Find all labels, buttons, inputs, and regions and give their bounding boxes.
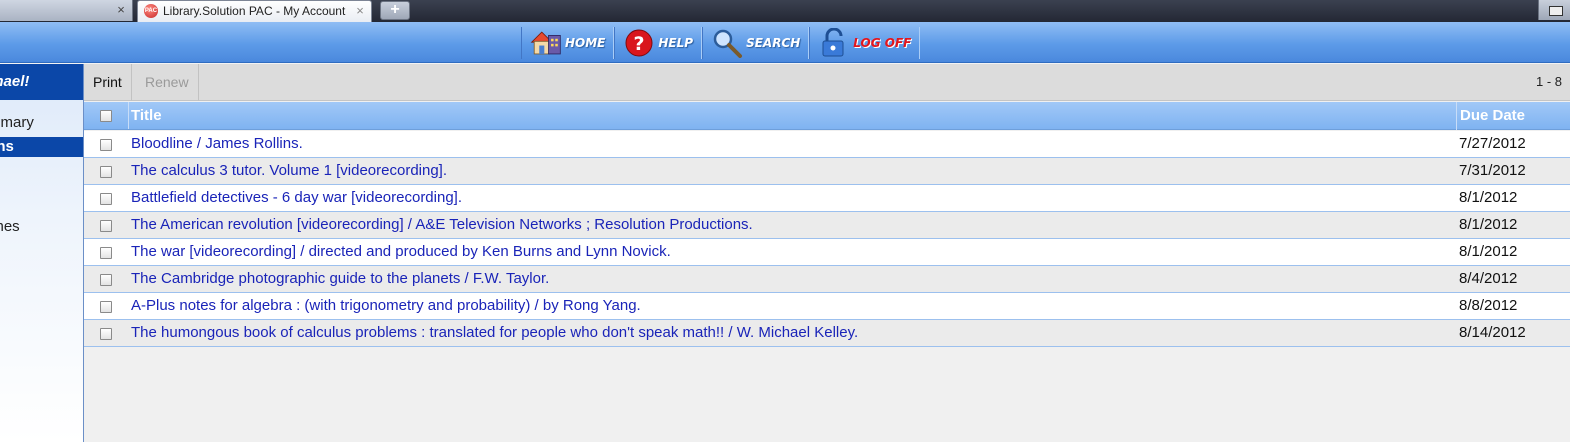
loan-title-link[interactable]: The American revolution [videorecording]… (131, 212, 753, 238)
table-row: A-Plus notes for algebra : (with trigono… (84, 293, 1570, 320)
svg-text:?: ? (634, 33, 645, 55)
padlock-icon (818, 28, 850, 58)
sidebar-item-searches[interactable]: ches (0, 217, 83, 237)
row-checkbox[interactable] (100, 301, 112, 313)
table-row: The humongous book of calculus problems … (84, 320, 1570, 347)
row-checkbox[interactable] (100, 274, 112, 286)
loan-title-link[interactable]: The Cambridge photographic guide to the … (131, 266, 549, 292)
close-tab-icon[interactable]: × (353, 3, 367, 19)
title-column-header[interactable]: Title (131, 102, 162, 130)
due-date-column-header[interactable]: Due Date (1456, 102, 1570, 130)
nav-button-group: HOME ? HELP SEARCH LOG OFF (521, 26, 921, 60)
greeting-banner: chael! (0, 64, 83, 100)
table-row: Battlefield detectives - 6 day war [vide… (84, 185, 1570, 212)
help-button[interactable]: ? HELP (614, 27, 703, 59)
row-checkbox[interactable] (100, 247, 112, 259)
home-button[interactable]: HOME (521, 27, 615, 59)
magnifier-icon (711, 28, 743, 58)
loans-table-header: Title Due Date (84, 102, 1570, 130)
search-label: SEARCH (746, 36, 801, 50)
question-icon: ? (623, 28, 655, 58)
logoff-label: LOG OFF (853, 36, 912, 50)
search-button[interactable]: SEARCH (702, 27, 810, 59)
loan-due-date: 7/27/2012 (1459, 135, 1526, 152)
row-checkbox[interactable] (100, 193, 112, 205)
select-column (84, 102, 129, 129)
sidebar-item-loans[interactable]: ans (0, 137, 83, 157)
account-sidebar: chael! mmary ans ches (0, 64, 84, 442)
house-icon (530, 28, 562, 58)
loan-due-date: 8/1/2012 (1459, 243, 1518, 260)
favicon-icon: PAC (144, 4, 158, 18)
loan-due-date: 8/8/2012 (1459, 297, 1518, 314)
table-row: The war [videorecording] / directed and … (84, 239, 1570, 266)
renew-button[interactable]: Renew (136, 64, 199, 101)
tab-title: Library.Solution PAC - My Account (163, 4, 346, 18)
table-row: Bloodline / James Rollins. 7/27/2012 (84, 131, 1570, 158)
loan-due-date: 7/31/2012 (1459, 162, 1526, 179)
browser-tab-active[interactable]: PAC Library.Solution PAC - My Account × (137, 0, 372, 22)
row-checkbox[interactable] (100, 139, 112, 151)
new-tab-button[interactable]: + (380, 1, 410, 20)
loan-due-date: 8/1/2012 (1459, 189, 1518, 206)
loans-toolbar: Print Renew 1 - 8 (84, 64, 1570, 101)
table-row: The American revolution [videorecording]… (84, 212, 1570, 239)
home-label: HOME (565, 36, 606, 50)
browser-tab-inactive[interactable]: × (0, 0, 133, 21)
loan-title-link[interactable]: The war [videorecording] / directed and … (131, 239, 671, 265)
table-row: The calculus 3 tutor. Volume 1 [videorec… (84, 158, 1570, 185)
loan-title-link[interactable]: Bloodline / James Rollins. (131, 131, 303, 157)
print-button[interactable]: Print (84, 64, 132, 101)
loans-table-body: Bloodline / James Rollins. 7/27/2012 The… (84, 131, 1570, 347)
close-tab-icon[interactable]: × (114, 2, 128, 18)
loan-due-date: 8/1/2012 (1459, 216, 1518, 233)
loan-title-link[interactable]: A-Plus notes for algebra : (with trigono… (131, 293, 641, 319)
row-checkbox[interactable] (100, 328, 112, 340)
browser-tab-strip: × PAC Library.Solution PAC - My Account … (0, 0, 1570, 22)
restore-window-button[interactable] (1538, 0, 1570, 20)
help-label: HELP (658, 36, 694, 50)
loan-title-link[interactable]: The humongous book of calculus problems … (131, 320, 858, 346)
loan-title-link[interactable]: The calculus 3 tutor. Volume 1 [videorec… (131, 158, 447, 184)
row-checkbox[interactable] (100, 166, 112, 178)
result-range: 1 - 8 (1535, 74, 1562, 89)
row-checkbox[interactable] (100, 220, 112, 232)
loan-due-date: 8/14/2012 (1459, 324, 1526, 341)
select-all-checkbox[interactable] (100, 110, 112, 122)
loan-title-link[interactable]: Battlefield detectives - 6 day war [vide… (131, 185, 462, 211)
table-row: The Cambridge photographic guide to the … (84, 266, 1570, 293)
logoff-button[interactable]: LOG OFF (809, 27, 921, 59)
sidebar-item-summary[interactable]: mmary (0, 113, 83, 133)
loan-due-date: 8/4/2012 (1459, 270, 1518, 287)
loans-panel: Print Renew 1 - 8 Title Due Date Bloodli… (84, 64, 1570, 442)
top-nav-bar: HOME ? HELP SEARCH LOG OFF (0, 22, 1570, 63)
